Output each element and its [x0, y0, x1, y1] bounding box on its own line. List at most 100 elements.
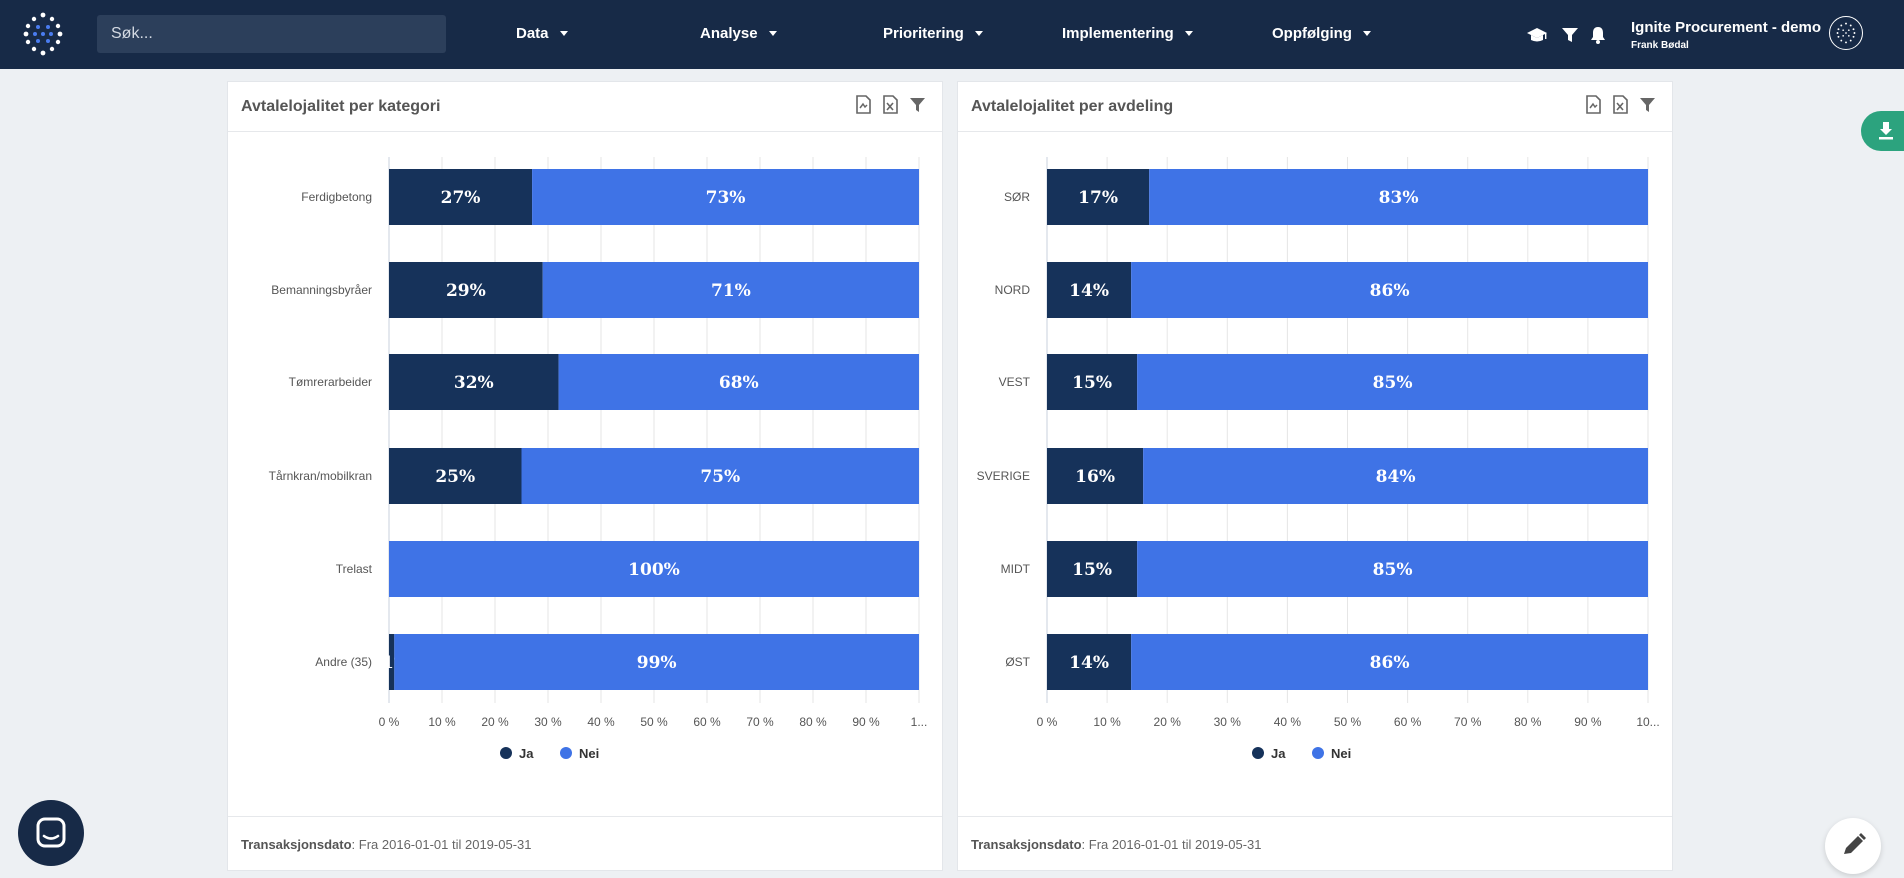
nav-menu-label: Implementering	[1062, 25, 1174, 42]
chat-launcher-button[interactable]	[18, 800, 84, 866]
card-category-loyalty: Avtalelojalitet per kategori Ferdigbeton…	[227, 81, 943, 871]
legend-marker-nei	[1312, 747, 1324, 759]
date-range-label: Transaksjonsdato	[241, 837, 352, 852]
data-label: 14%	[1069, 653, 1109, 673]
category-label: Ferdigbetong	[301, 190, 372, 204]
filter-icon[interactable]	[909, 95, 926, 114]
x-tick-label: 70 %	[1454, 715, 1482, 729]
x-tick-label: 10 %	[428, 715, 456, 729]
data-label: 99%	[637, 653, 677, 673]
card-title: Avtalelojalitet per avdeling	[971, 98, 1174, 115]
chevron-down-icon	[1184, 30, 1193, 36]
x-tick-label: 1...	[911, 715, 928, 729]
nav-menu-oppfolging[interactable]: Oppfølging	[1272, 0, 1371, 69]
data-label: 16%	[1075, 467, 1115, 487]
top-navbar: Søk... Data Analyse Prioritering Impleme…	[0, 0, 1904, 69]
filter-icon[interactable]	[1639, 95, 1656, 114]
stacked-bar-chart: SØR 17% 83% NORD 14% 86% VEST 15% 85% SVERIGE 16% 8…	[977, 157, 1660, 761]
avatar[interactable]	[1829, 16, 1863, 50]
x-tick-label: 60 %	[1394, 715, 1422, 729]
data-label: 83%	[1379, 188, 1419, 208]
card-header: Avtalelojalitet per avdeling	[958, 82, 1672, 132]
x-tick-label: 50 %	[1334, 715, 1362, 729]
data-label: 86%	[1370, 653, 1410, 673]
data-label: 84%	[1376, 467, 1416, 487]
data-label: 27%	[441, 188, 481, 208]
legend-label: Ja	[519, 746, 534, 761]
chevron-down-icon	[768, 30, 777, 36]
x-tick-label: 50 %	[640, 715, 668, 729]
x-tick-label: 80 %	[799, 715, 827, 729]
stacked-bar-chart: Ferdigbetong 27% 73% Bemanningsbyråer 29% 71%…	[269, 157, 928, 761]
data-label: 86%	[1370, 281, 1410, 301]
chat-icon	[36, 817, 66, 848]
legend-label: Ja	[1271, 746, 1286, 761]
legend-marker-ja	[1252, 747, 1264, 759]
nav-menu-implementering[interactable]: Implementering	[1062, 0, 1193, 69]
nav-menu-label: Analyse	[700, 25, 758, 42]
category-label: Trelast	[336, 562, 373, 576]
user-name: Frank Bødal	[1631, 40, 1689, 51]
category-label: NORD	[995, 283, 1031, 297]
nav-menu-prioritering[interactable]: Prioritering	[883, 0, 983, 69]
nav-menu-label: Prioritering	[883, 25, 964, 42]
category-label: SVERIGE	[977, 469, 1030, 483]
export-excel-icon[interactable]	[882, 95, 899, 114]
category-label: ØST	[1005, 655, 1030, 669]
export-pdf-icon[interactable]	[1585, 95, 1602, 114]
bell-icon[interactable]	[1587, 24, 1609, 46]
x-tick-label: 0 %	[379, 715, 400, 729]
category-label: SØR	[1004, 190, 1030, 204]
x-tick-label: 60 %	[693, 715, 721, 729]
card-tools	[855, 95, 926, 114]
category-label: Bemanningsbyråer	[271, 283, 372, 297]
pencil-icon	[1844, 833, 1866, 854]
download-button[interactable]	[1861, 111, 1904, 151]
legend-label: Nei	[1331, 746, 1351, 761]
nav-menu-data[interactable]: Data	[516, 0, 568, 69]
nav-menu-label: Data	[516, 25, 549, 42]
category-label: VEST	[999, 375, 1031, 389]
x-tick-label: 30 %	[1214, 715, 1242, 729]
date-range-label: Transaksjonsdato	[971, 837, 1082, 852]
card-footer: Transaksjonsdato: Fra 2016-01-01 til 201…	[228, 816, 942, 870]
data-label: 75%	[700, 467, 740, 487]
data-label: 25%	[435, 467, 475, 487]
x-tick-label: 10 %	[1093, 715, 1121, 729]
graduation-cap-icon[interactable]	[1526, 24, 1548, 46]
download-icon	[1879, 122, 1893, 140]
legend-marker-ja	[500, 747, 512, 759]
date-range-value: : Fra 2016-01-01 til 2019-05-31	[351, 837, 532, 852]
card-header: Avtalelojalitet per kategori	[228, 82, 942, 132]
filter-icon[interactable]	[1559, 24, 1581, 46]
data-label: 85%	[1373, 373, 1413, 393]
export-excel-icon[interactable]	[1612, 95, 1629, 114]
data-label: 15%	[1072, 560, 1112, 580]
user-menu[interactable]: Ignite Procurement - demo Frank Bødal	[1631, 19, 1821, 51]
data-label: 73%	[706, 188, 746, 208]
card-department-loyalty: Avtalelojalitet per avdeling SØR 17% 83% NO…	[957, 81, 1673, 871]
search-input[interactable]: Søk...	[97, 15, 446, 53]
data-label: 29%	[446, 281, 486, 301]
nav-menu-analyse[interactable]: Analyse	[700, 0, 777, 69]
ignite-logo-icon[interactable]	[18, 12, 68, 56]
category-label: Andre (35)	[315, 655, 372, 669]
data-label: 15%	[1072, 373, 1112, 393]
chevron-down-icon	[559, 30, 568, 36]
x-tick-label: 90 %	[852, 715, 880, 729]
card-title: Avtalelojalitet per kategori	[241, 98, 441, 115]
export-pdf-icon[interactable]	[855, 95, 872, 114]
category-label: Tårnkran/mobilkran	[269, 469, 372, 483]
data-label: 14%	[1069, 281, 1109, 301]
x-tick-label: 10...	[1636, 715, 1659, 729]
x-tick-label: 70 %	[746, 715, 774, 729]
data-label: 100%	[628, 560, 680, 580]
x-tick-label: 40 %	[587, 715, 615, 729]
user-company: Ignite Procurement - demo	[1631, 19, 1822, 36]
x-tick-label: 0 %	[1037, 715, 1058, 729]
legend-marker-nei	[560, 747, 572, 759]
data-label: 68%	[719, 373, 759, 393]
card-footer: Transaksjonsdato: Fra 2016-01-01 til 201…	[958, 816, 1672, 870]
legend-label: Nei	[579, 746, 599, 761]
edit-button[interactable]	[1825, 818, 1881, 874]
